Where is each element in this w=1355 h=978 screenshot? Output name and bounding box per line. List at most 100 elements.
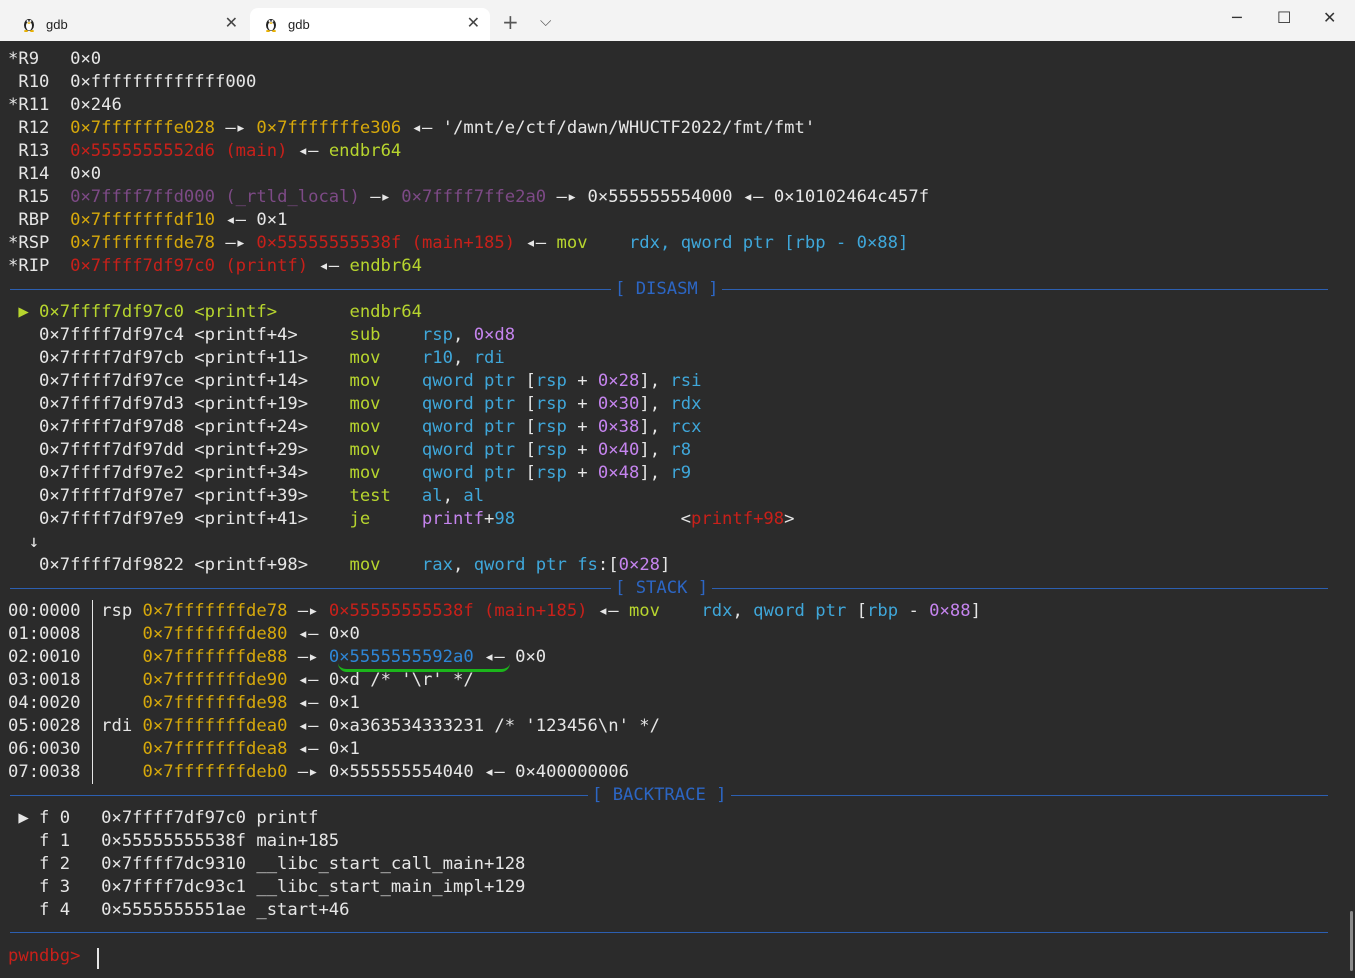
current-marker [8, 325, 39, 345]
disasm-op: je [349, 509, 422, 529]
disasm-address: 0×7ffff7df97d8 [39, 417, 195, 437]
asm-token: rsp [421, 325, 453, 345]
current-marker [8, 486, 39, 506]
disasm-address: 0×7ffff7df97e7 [39, 486, 195, 506]
asm-token: [ [608, 555, 619, 575]
asm-token: , [649, 417, 661, 437]
asm-token: rsp [535, 394, 567, 414]
tab-dropdown-button[interactable]: ⌵ [540, 12, 551, 30]
asm-token [660, 440, 670, 460]
linux-tux-icon [24, 19, 34, 32]
stack-address: 0×7fffffffde80 [142, 624, 288, 644]
target-bracket: < [515, 509, 691, 529]
asm-token [515, 394, 525, 414]
asm-token: rax [421, 555, 453, 575]
asm-token [567, 440, 577, 460]
asm-token: , [649, 463, 661, 483]
asm-token: 0×30 [597, 394, 640, 414]
disasm-op: sub [349, 325, 422, 345]
stack-address: 0×7fffffffdea8 [142, 739, 288, 759]
disasm-symbol: <printf+29> [194, 440, 350, 460]
terminal-pane[interactable]: *R9 0×0 R10 0×fffffffffffff000 *R11 0×24… [0, 41, 1355, 978]
asm-token [474, 463, 484, 483]
asm-token: rbp [867, 601, 899, 621]
asm-token: ptr [484, 417, 516, 437]
current-marker [8, 348, 39, 368]
register-value: 0×1 [256, 210, 288, 230]
stack-offset: 05:0028 [8, 716, 102, 736]
disasm-line: 0×7ffff7df97dd <printf+29> mov qword ptr… [8, 439, 691, 462]
register-value: 0×0 [70, 49, 102, 69]
tab-gdb-1[interactable]: gdb ✕ [8, 8, 248, 41]
pointer-arrow: ◂— [587, 601, 629, 621]
register-rip: *RIP 0×7ffff7df97c0 (printf) ◂— endbr64 [8, 255, 422, 278]
register-name: *RIP [8, 256, 50, 276]
disasm-line: 0×7ffff7df97ce <printf+14> mov qword ptr… [8, 370, 701, 393]
register-r12: R12 0×7fffffffe028 —▸ 0×7fffffffe306 ◂— … [8, 117, 815, 140]
asm-token: qword [473, 555, 526, 575]
backtrace-frame: ▶ f 0 0×7ffff7df97c0 printf [8, 807, 318, 830]
tab-gdb-2[interactable]: gdb ✕ [250, 8, 490, 41]
tab-close-icon[interactable]: ✕ [467, 13, 480, 33]
asm-token: rdi [473, 348, 505, 368]
frame-address: 0×55555555538f [101, 831, 257, 851]
stack-offset: 02:0010 [8, 647, 102, 667]
pointer-value: 0×7fffffffe306 [256, 118, 402, 138]
disasm-address: 0×7ffff7df97c4 [39, 325, 195, 345]
close-button[interactable]: ✕ [1323, 8, 1336, 27]
asm-token: qword [421, 371, 474, 391]
pointer-arrow: ◂— [287, 141, 329, 161]
backtrace-frame: f 2 0×7ffff7dc9310 __libc_start_call_mai… [8, 853, 525, 876]
register-value: 0×fffffffffffff000 [70, 72, 257, 92]
tab-close-icon[interactable]: ✕ [225, 13, 238, 33]
disasm-symbol: <printf+34> [194, 463, 350, 483]
asm-token: ptr [535, 555, 567, 575]
stack-row: 00:0000 rsp 0×7fffffffde78 —▸ 0×55555555… [8, 600, 981, 623]
asm-token: rsp [535, 371, 567, 391]
pointer-arrow: ◂— [287, 670, 329, 690]
pointer-arrow: —▸ [359, 187, 402, 207]
register-r14: R14 0×0 [8, 163, 101, 186]
disasm-address: 0×7ffff7df97dd [39, 440, 195, 460]
stack-address: 0×7fffffffdea0 [142, 716, 288, 736]
pointer-value: 0×7ffff7ffe2a0 [401, 187, 547, 207]
asm-token: ptr [484, 463, 516, 483]
register-value: 0×0 [70, 164, 102, 184]
disasm-op: endbr64 [349, 302, 422, 322]
register-name: RBP [8, 210, 50, 230]
asm-token: , [452, 555, 464, 575]
scrollbar[interactable] [1350, 911, 1353, 971]
frame-symbol: printf [256, 808, 319, 828]
new-tab-button[interactable]: + [502, 10, 519, 34]
input-cursor[interactable] [97, 948, 99, 969]
minimize-button[interactable]: ─ [1232, 8, 1242, 27]
disasm-address: 0×7ffff7df9822 [39, 555, 195, 575]
backtrace-frame: f 3 0×7ffff7dc93c1 __libc_start_main_imp… [8, 876, 525, 899]
pointer-arrow: ◂— [287, 624, 329, 644]
green-annotation-underline [338, 663, 510, 672]
stack-value: 0×555555554040 [328, 762, 474, 782]
asm-token: 98 [494, 509, 516, 529]
pointer-arrow: ◂— [401, 118, 443, 138]
pointer-arrow: ◂— [287, 739, 329, 759]
asm-token [846, 601, 856, 621]
pointer-value: 0×55555555538f (main+185) [256, 233, 516, 253]
asm-token: - [908, 601, 919, 621]
pointer-value: 0×555555554000 [587, 187, 733, 207]
asm-token [474, 440, 484, 460]
asm-token: [ [525, 417, 536, 437]
stack-address: 0×7fffffffde98 [142, 693, 288, 713]
frame-address: 0×7ffff7df97c0 [101, 808, 257, 828]
register-r10: R10 0×fffffffffffff000 [8, 71, 256, 94]
pointer-value: 0×5555555552d6 (main) [70, 141, 288, 161]
register-name: *R9 [8, 49, 40, 69]
maximize-button[interactable]: ☐ [1277, 8, 1291, 27]
pointer-value: 0×7fffffffde78 [70, 233, 215, 253]
current-marker [8, 463, 39, 483]
disasm-address: 0×7ffff7df97e9 [39, 509, 195, 529]
current-marker [8, 371, 39, 391]
asm-token: rsp [535, 440, 567, 460]
asm-token: [ [525, 394, 536, 414]
stack-register [101, 693, 142, 713]
